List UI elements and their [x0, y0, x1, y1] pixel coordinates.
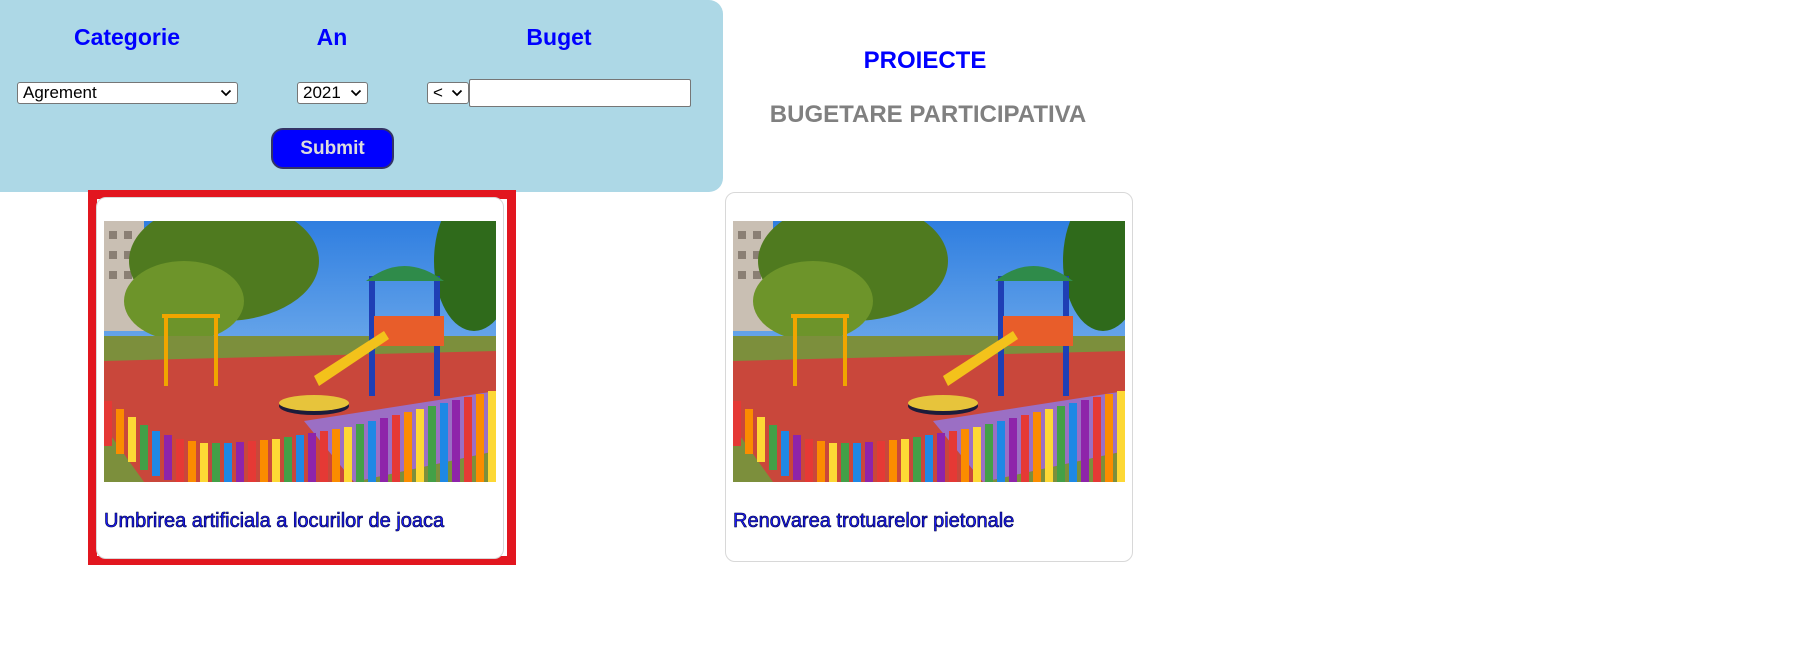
operator-select-value: < — [433, 83, 443, 102]
page-subtitle: BUGETARE PARTICIPATIVA — [769, 101, 1087, 128]
project-card[interactable]: Renovarea trotuarelor pietonale — [725, 192, 1133, 562]
filter-panel: Categorie An Buget Agrement 2021 < Submi… — [0, 0, 723, 192]
category-select[interactable]: Agrement — [17, 82, 238, 104]
operator-select[interactable]: < — [427, 82, 469, 104]
chevron-down-icon — [220, 89, 232, 97]
chevron-down-icon — [451, 89, 463, 97]
year-label: An — [316, 24, 348, 50]
submit-button[interactable]: Submit — [271, 128, 394, 169]
year-select[interactable]: 2021 — [297, 82, 368, 104]
budget-label: Buget — [526, 24, 592, 50]
page-title: PROIECTE — [863, 47, 987, 74]
project-title[interactable]: Umbrirea artificiala a locurilor de joac… — [104, 510, 445, 533]
budget-input[interactable] — [469, 79, 691, 107]
project-image — [104, 221, 496, 482]
category-label: Categorie — [73, 24, 181, 50]
year-select-value: 2021 — [303, 83, 341, 102]
project-title[interactable]: Renovarea trotuarelor pietonale — [733, 510, 1015, 533]
chevron-down-icon — [350, 89, 362, 97]
category-select-value: Agrement — [23, 83, 97, 102]
project-card[interactable]: Umbrirea artificiala a locurilor de joac… — [96, 197, 504, 559]
project-image — [733, 221, 1125, 482]
page: Categorie An Buget Agrement 2021 < Submi… — [0, 0, 1801, 649]
